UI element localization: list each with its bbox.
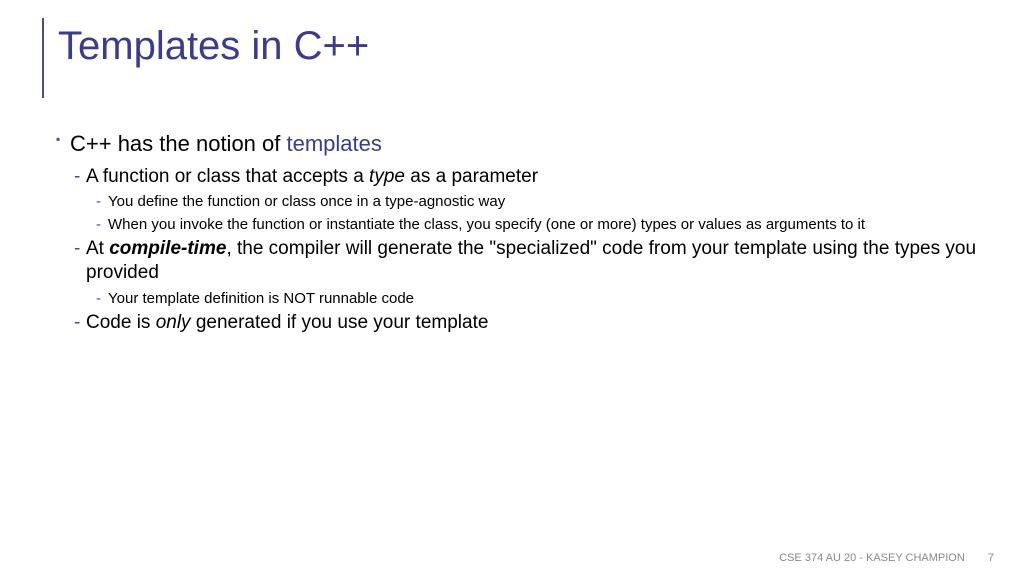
slide-title: Templates in C++ xyxy=(58,24,994,68)
course-label: CSE 374 AU 20 - KASEY CHAMPION xyxy=(779,552,965,564)
text: A function or class that accepts a xyxy=(86,166,369,187)
title-container: Templates in C++ xyxy=(42,18,994,98)
slide: Templates in C++ C++ has the notion of t… xyxy=(0,0,1024,576)
accent-text: templates xyxy=(287,131,382,156)
italic-text: only xyxy=(156,312,191,333)
footer: CSE 374 AU 20 - KASEY CHAMPION 7 xyxy=(779,552,994,564)
bullet-sub1a: You define the function or class once in… xyxy=(96,192,994,212)
text: Code is xyxy=(86,312,156,333)
text: At xyxy=(86,238,109,259)
text: C++ has the notion of xyxy=(70,131,287,156)
text: as a parameter xyxy=(405,166,538,187)
bullet-sub1: A function or class that accepts a type … xyxy=(74,165,994,189)
text: generated if you use your template xyxy=(191,312,489,333)
bullet-main: C++ has the notion of templates xyxy=(56,130,994,159)
content-body: C++ has the notion of templates A functi… xyxy=(42,130,994,335)
italic-text: type xyxy=(369,166,405,187)
bold-italic-text: compile-time xyxy=(109,238,226,259)
page-number: 7 xyxy=(988,552,994,564)
bullet-sub3: Code is only generated if you use your t… xyxy=(74,311,994,335)
bullet-sub2a: Your template definition is NOT runnable… xyxy=(96,289,994,309)
bullet-sub2: At compile-time, the compiler will gener… xyxy=(74,237,994,285)
bullet-sub1b: When you invoke the function or instanti… xyxy=(96,215,994,235)
